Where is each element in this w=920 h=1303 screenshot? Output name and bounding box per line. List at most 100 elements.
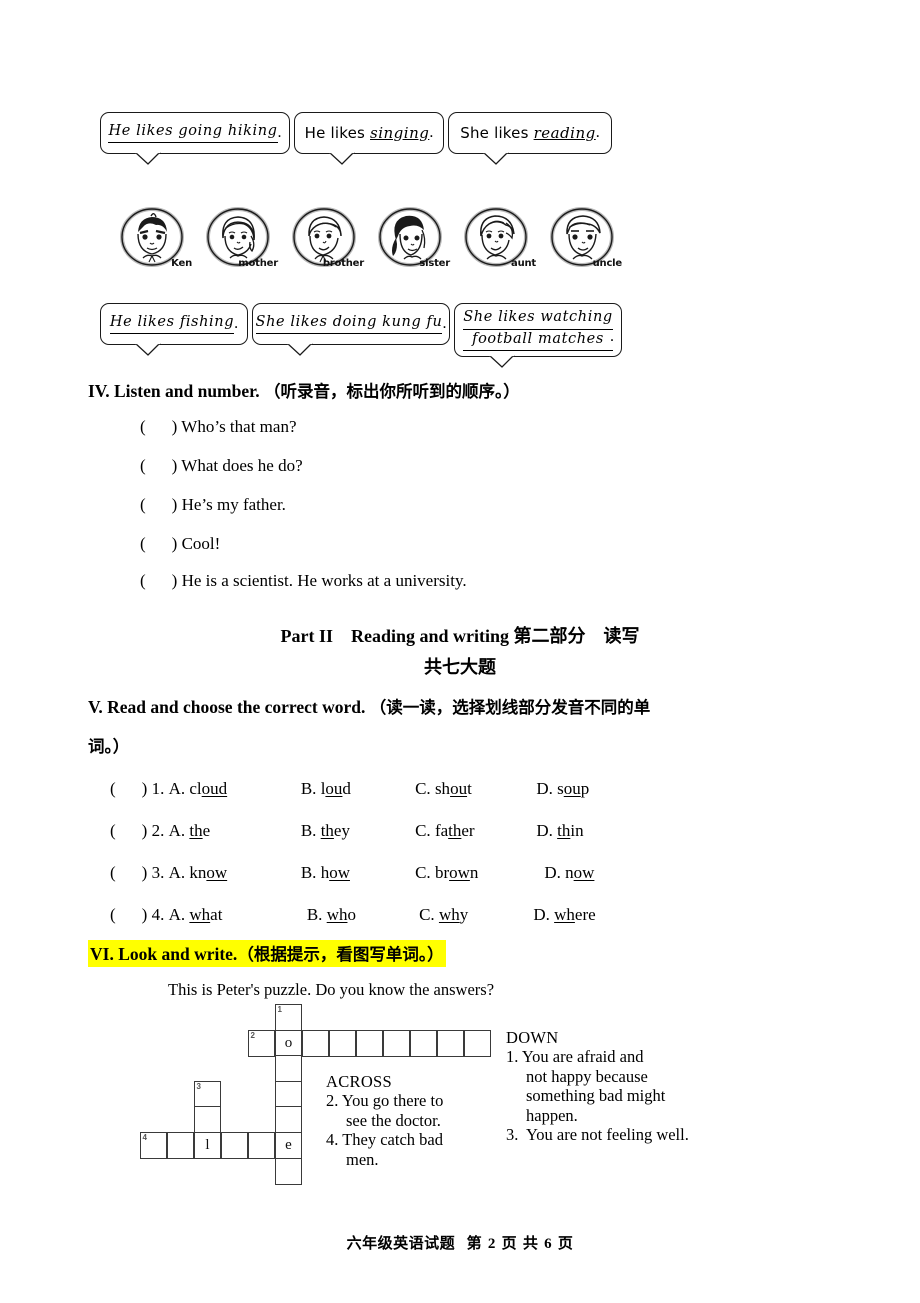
choice-option-b[interactable]: B. loud [301,779,411,799]
grid-cell[interactable]: e [275,1132,302,1159]
choice-option-d[interactable]: D. thin [536,821,583,841]
speech-bubble-football: She likes watching football matches . [454,303,622,369]
choice-row[interactable]: () 1. A. cloud B. loud C. shout D. soup [110,779,589,799]
choice-option-c[interactable]: C. father [415,821,532,841]
grid-cell[interactable] [437,1029,464,1057]
across-clue-4-line2: men. [346,1149,379,1169]
listen-item[interactable]: () Who’s that man? [140,417,297,437]
cell-letter [465,1031,490,1056]
choice-option-c[interactable]: C. why [419,905,529,925]
answer-bracket-open: ( [110,821,116,840]
answer-bracket-open: ( [110,905,116,924]
grid-cell[interactable] [302,1029,329,1057]
down-clues: DOWN 1. You are afraid and not happy bec… [506,1028,776,1145]
speech-bubble-reading: She likes reading . [448,112,612,165]
listen-item[interactable]: () What does he do? [140,456,303,476]
grid-cell[interactable] [275,1157,302,1185]
answer-bracket-close: ) [171,571,178,590]
section-v-heading-en: V. Read and choose the correct word. [88,697,366,717]
section-iv-heading-zh: （听录音，标出你所听到的顺序。） [264,382,520,401]
answer-bracket-open: ( [110,779,116,798]
listen-item[interactable]: () He’s my father. [140,495,286,515]
grid-cell[interactable]: 1 [275,1004,302,1031]
grid-cell[interactable] [221,1132,248,1159]
bubble-prefix: He likes [304,123,371,142]
grid-cell[interactable] [410,1029,437,1057]
choice-option-a[interactable]: A. what [169,905,303,925]
across-title: ACROSS [326,1072,392,1091]
cell-letter [222,1133,247,1158]
speech-bubble-row-top: He likes going hiking . He likes singing… [100,112,612,165]
section-iv-heading-en: IV. Listen and number. [88,381,260,401]
bubble-text-football-line1: She likes watching [463,308,613,330]
down-clue-1-line4: happen. [526,1105,578,1125]
option-letter: B. [300,863,317,882]
portrait-label: uncle [592,258,623,269]
listen-item[interactable]: () He is a scientist. He works at a univ… [140,571,467,591]
option-letter: D. [533,905,550,924]
cell-letter [168,1133,193,1158]
speech-bubble-row-bottom: He likes fishing . She likes doing kung … [100,303,622,369]
option-pre: br [434,863,450,882]
option-underlined: th [189,821,203,840]
option-letter: B. [306,905,323,924]
part-two-subheading-zh: 共七大题 [424,657,496,678]
choice-option-b[interactable]: B. who [307,905,415,925]
listen-item[interactable]: () Cool! [140,534,220,554]
option-underlined: wh [326,905,348,924]
option-post: n [469,863,479,882]
grid-cell[interactable] [464,1029,491,1057]
choice-option-a[interactable]: A. know [169,863,297,883]
grid-cell[interactable] [248,1132,275,1159]
answer-bracket-open: ( [110,863,116,882]
option-pre: kn [189,863,207,882]
bubble-period: . [610,328,614,346]
choice-row[interactable]: () 2. A. the B. they C. father D. thin [110,821,584,841]
question-number: 2. [151,821,165,840]
grid-cell[interactable] [194,1106,221,1134]
grid-cell[interactable] [275,1106,302,1134]
cell-letter: l [205,1137,210,1153]
grid-cell[interactable] [275,1080,302,1108]
grid-cell[interactable] [383,1029,410,1057]
choice-option-b[interactable]: B. they [301,821,411,841]
across-clue-2-line1: 2. You go there to [326,1091,516,1110]
choice-option-c[interactable]: C. brown [415,863,532,883]
bubble-keyword: singing [370,123,430,142]
choice-option-b[interactable]: B. how [301,863,411,883]
portrait-label: Ken [171,258,192,269]
grid-cell[interactable]: l [194,1132,221,1159]
choice-row[interactable]: () 3. A. know B. how C. brown D. now [110,863,594,883]
grid-cell[interactable]: 3 [194,1080,221,1108]
section-vi-heading-zh: （根据提示，看图写单词。） [237,945,444,964]
bubble-text-football-line2: football matches [463,330,613,352]
choice-option-d[interactable]: D. soup [536,779,589,799]
option-post: ey [333,821,350,840]
option-post: ere [574,905,596,924]
grid-cell[interactable]: o [275,1029,302,1057]
page-footer: 六年级英语试题 第 2 页 共 6 页 [0,1232,920,1253]
grid-cell[interactable] [329,1029,356,1057]
choice-option-a[interactable]: A. cloud [169,779,297,799]
grid-cell[interactable]: 4 [140,1132,167,1159]
bubble-tail-icon [329,152,371,165]
grid-cell[interactable] [275,1055,302,1083]
grid-cell[interactable]: 2 [248,1029,275,1057]
crossword-puzzle: This is Peter's puzzle. Do you know the … [140,980,790,1195]
choice-option-a[interactable]: A. the [169,821,297,841]
choice-row[interactable]: () 4. A. what B. who C. why D. where [110,905,596,925]
grid-cell[interactable] [356,1029,383,1057]
bubble-text-kungfu: She likes doing kung fu [255,313,443,335]
across-clue-4-line1: 4. They catch bad [326,1130,516,1149]
choice-option-d[interactable]: D. now [536,863,594,883]
bubble-text-fishing: He likes fishing [109,313,235,335]
family-portrait-row: Ken mother brother sister aunt uncle [118,206,623,269]
choice-option-d[interactable]: D. where [533,905,595,925]
listen-item-text: Cool! [181,534,221,553]
bubble-tail-icon [287,343,329,356]
part-two-heading-zh: 第二部分 读写 [513,626,640,647]
choice-option-c[interactable]: C. shout [415,779,532,799]
option-underlined: wh [189,905,211,924]
grid-cell[interactable] [167,1132,194,1159]
cell-letter: e [285,1137,292,1153]
